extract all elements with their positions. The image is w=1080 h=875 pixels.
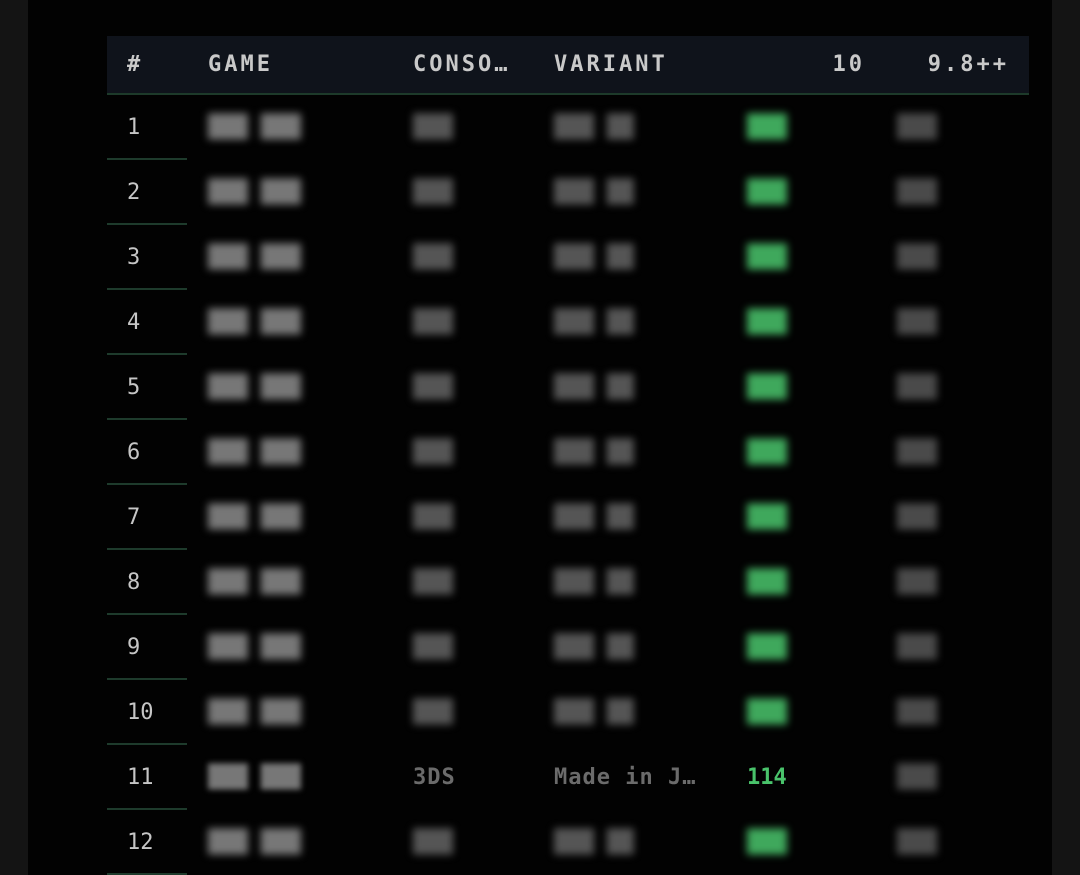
header-game[interactable]: GAME [208, 36, 273, 93]
row-rank: 3 [127, 245, 141, 270]
table-header: # GAME CONSO… VARIANT 10 9.8++ [107, 36, 1029, 95]
row-console-redacted: ███ [413, 245, 453, 270]
row-rank: 11 [127, 765, 154, 790]
table-row[interactable]: 3 ███ ███ ███ ███ ██ ███ ███ [107, 225, 1029, 290]
row-count-10-redacted: ███ [747, 570, 787, 595]
row-count-10: 114 [747, 765, 787, 790]
table-row[interactable]: 8 ███ ███ ███ ███ ██ ███ ███ [107, 550, 1029, 615]
table-body: 1 ███ ███ ███ ███ ██ ███ ███ 2 ███ ███ ███ ███ ██… [107, 95, 1029, 875]
row-console: 3DS [413, 765, 456, 790]
row-count-10-redacted: ███ [747, 310, 787, 335]
row-console-redacted: ███ [413, 115, 453, 140]
row-console-redacted: ███ [413, 180, 453, 205]
row-count-9-8-plus-redacted: ███ [897, 245, 937, 270]
row-variant-redacted: ███ ██ [554, 310, 634, 335]
row-count-9-8-plus-redacted: ███ [897, 310, 937, 335]
table-row[interactable]: 4 ███ ███ ███ ███ ██ ███ ███ [107, 290, 1029, 355]
table-row[interactable]: 5 ███ ███ ███ ███ ██ ███ ███ [107, 355, 1029, 420]
table-row[interactable]: 12 ███ ███ ███ ███ ██ ███ ███ [107, 810, 1029, 875]
row-count-9-8-plus-redacted: ███ [897, 765, 937, 790]
row-count-10-redacted: ███ [747, 245, 787, 270]
row-count-10-redacted: ███ [747, 700, 787, 725]
row-game-redacted: ███ ███ [208, 700, 301, 725]
row-variant-redacted: ███ ██ [554, 115, 634, 140]
row-rank: 1 [127, 115, 141, 140]
row-variant-redacted: ███ ██ [554, 635, 634, 660]
row-variant: Made in J… [554, 765, 697, 790]
table-row[interactable]: 11 ███ ███ 3DS Made in J… 114 ███ [107, 745, 1029, 810]
row-game-redacted: ███ ███ [208, 115, 301, 140]
row-count-9-8-plus-redacted: ███ [897, 830, 937, 855]
row-variant-redacted: ███ ██ [554, 180, 634, 205]
row-count-9-8-plus-redacted: ███ [897, 115, 937, 140]
row-rank: 4 [127, 310, 141, 335]
row-game-redacted: ███ ███ [208, 830, 301, 855]
header-console[interactable]: CONSO… [413, 36, 523, 93]
table-row[interactable]: 7 ███ ███ ███ ███ ██ ███ ███ [107, 485, 1029, 550]
row-count-10-redacted: ███ [747, 440, 787, 465]
row-game-redacted: ███ ███ [208, 765, 301, 790]
row-count-9-8-plus-redacted: ███ [897, 635, 937, 660]
row-rank: 9 [127, 635, 141, 660]
header-variant[interactable]: VARIANT [554, 36, 668, 93]
row-game-redacted: ███ ███ [208, 180, 301, 205]
row-count-9-8-plus-redacted: ███ [897, 570, 937, 595]
row-count-10-redacted: ███ [747, 375, 787, 400]
table-row[interactable]: 9 ███ ███ ███ ███ ██ ███ ███ [107, 615, 1029, 680]
table-row[interactable]: 2 ███ ███ ███ ███ ██ ███ ███ [107, 160, 1029, 225]
row-rank: 12 [127, 830, 154, 855]
row-count-10-redacted: ███ [747, 115, 787, 140]
row-game-redacted: ███ ███ [208, 375, 301, 400]
row-console-redacted: ███ [413, 570, 453, 595]
row-console-redacted: ███ [413, 635, 453, 660]
row-count-9-8-plus-redacted: ███ [897, 440, 937, 465]
row-count-10-redacted: ███ [747, 180, 787, 205]
row-game-redacted: ███ ███ [208, 570, 301, 595]
row-count-10-redacted: ███ [747, 505, 787, 530]
row-variant-redacted: ███ ██ [554, 440, 634, 465]
row-variant-redacted: ███ ██ [554, 245, 634, 270]
row-rank: 10 [127, 700, 154, 725]
row-count-10-redacted: ███ [747, 635, 787, 660]
row-game-redacted: ███ ███ [208, 635, 301, 660]
row-variant-redacted: ███ ██ [554, 505, 634, 530]
row-game-redacted: ███ ███ [208, 245, 301, 270]
table-row[interactable]: 1 ███ ███ ███ ███ ██ ███ ███ [107, 95, 1029, 160]
row-count-9-8-plus-redacted: ███ [897, 700, 937, 725]
table-row[interactable]: 6 ███ ███ ███ ███ ██ ███ ███ [107, 420, 1029, 485]
row-console-redacted: ███ [413, 700, 453, 725]
row-console-redacted: ███ [413, 310, 453, 335]
row-variant-redacted: ███ ██ [554, 375, 634, 400]
row-game-redacted: ███ ███ [208, 440, 301, 465]
header-count-10[interactable]: 10 [833, 36, 866, 93]
row-console-redacted: ███ [413, 440, 453, 465]
row-game-redacted: ███ ███ [208, 505, 301, 530]
row-rank: 5 [127, 375, 141, 400]
row-rank: 7 [127, 505, 141, 530]
row-variant-redacted: ███ ██ [554, 570, 634, 595]
rankings-table: # GAME CONSO… VARIANT 10 9.8++ 1 ███ ███ █… [107, 36, 1029, 875]
row-console-redacted: ███ [413, 375, 453, 400]
row-rank: 6 [127, 440, 141, 465]
row-variant-redacted: ███ ██ [554, 700, 634, 725]
row-game-redacted: ███ ███ [208, 310, 301, 335]
header-rank[interactable]: # [127, 36, 143, 93]
row-count-9-8-plus-redacted: ███ [897, 180, 937, 205]
row-rank: 8 [127, 570, 141, 595]
row-rank: 2 [127, 180, 141, 205]
row-variant-redacted: ███ ██ [554, 830, 634, 855]
row-count-10-redacted: ███ [747, 830, 787, 855]
app-frame: # GAME CONSO… VARIANT 10 9.8++ 1 ███ ███ █… [28, 0, 1052, 875]
row-console-redacted: ███ [413, 505, 453, 530]
header-count-9-8-plus[interactable]: 9.8++ [928, 36, 1009, 93]
table-row[interactable]: 10 ███ ███ ███ ███ ██ ███ ███ [107, 680, 1029, 745]
row-count-9-8-plus-redacted: ███ [897, 375, 937, 400]
row-count-9-8-plus-redacted: ███ [897, 505, 937, 530]
row-console-redacted: ███ [413, 830, 453, 855]
